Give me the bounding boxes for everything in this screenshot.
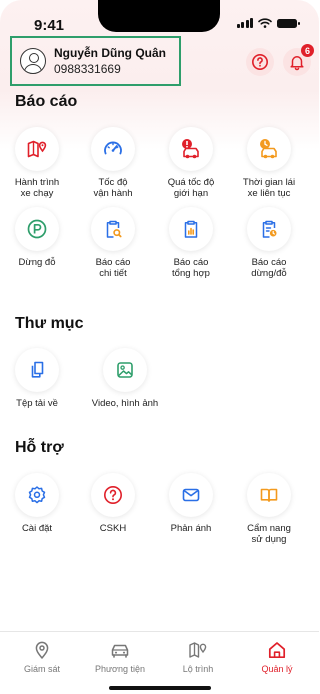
report-tile-summary[interactable]: Báo cáo tổng hợp: [158, 207, 224, 279]
map-route-icon: [15, 127, 59, 171]
help-icon: [91, 473, 135, 517]
tile-label: Báo cáo dừng/đỗ: [251, 257, 287, 279]
tile-label: Phản ánh: [170, 523, 212, 534]
tile-label: CSKH: [99, 523, 127, 534]
user-info: Nguyễn Dũng Quân 0988331669: [54, 46, 166, 76]
tile-label: Cẩm nang sử dụng: [247, 523, 291, 545]
tile-label: Cài đặt: [21, 523, 53, 534]
help-button[interactable]: [246, 48, 274, 76]
wifi-icon: [258, 18, 272, 28]
clipboard-chart-icon: [169, 207, 213, 251]
mail-icon: [169, 473, 213, 517]
parking-icon: [15, 207, 59, 251]
status-bar: 9:41: [0, 0, 319, 40]
status-time: 9:41: [34, 17, 65, 34]
avatar-icon: [20, 48, 46, 74]
tile-label: Dừng đỗ: [18, 257, 56, 268]
nav-item-vehicles[interactable]: Phương tiện: [84, 640, 156, 674]
tile-label: Hành trình xe chạy: [14, 177, 60, 199]
notification-badge: 6: [301, 44, 314, 57]
book-icon: [247, 473, 291, 517]
user-phone: 0988331669: [54, 62, 121, 76]
tile-label: Tốc độ vận hành: [93, 177, 133, 199]
settings-icon: [15, 473, 59, 517]
report-tile-overspeed[interactable]: Quá tốc độ giới hạn: [158, 127, 224, 199]
report-tile-parking[interactable]: Dừng đỗ: [4, 207, 70, 268]
route-map-icon: [162, 640, 234, 660]
home-indicator: [109, 686, 211, 690]
status-icons: [236, 18, 300, 28]
report-tile-speed[interactable]: Tốc độ vận hành: [80, 127, 146, 199]
report-tile-continuous-driving[interactable]: Thời gian lái xe liên tục: [236, 127, 302, 199]
tile-label: Tệp tải về: [16, 398, 58, 409]
bottom-navigation: Giám sát Phương tiện Lộ trình Quản lý: [0, 631, 319, 694]
notification-button[interactable]: 6: [283, 44, 314, 76]
tile-label: Báo cáo chi tiết: [95, 257, 131, 279]
home-icon: [241, 640, 313, 660]
files-icon: [15, 348, 59, 392]
user-name: Nguyễn Dũng Quân: [54, 46, 166, 60]
user-profile-card[interactable]: Nguyễn Dũng Quân 0988331669: [10, 36, 181, 86]
car-alert-icon: [169, 127, 213, 171]
nav-label: Giám sát: [23, 664, 60, 674]
tile-label: Thời gian lái xe liên tục: [242, 177, 296, 199]
location-pin-icon: [6, 640, 78, 660]
support-tile-customer-care[interactable]: CSKH: [80, 473, 146, 534]
image-icon: [103, 348, 147, 392]
battery-icon: [277, 18, 300, 28]
support-tile-settings[interactable]: Cài đặt: [4, 473, 70, 534]
nav-item-routes[interactable]: Lộ trình: [162, 640, 234, 674]
nav-item-monitoring[interactable]: Giám sát: [6, 640, 78, 674]
support-section-title: Hỗ trợ: [15, 439, 64, 456]
device-notch: [98, 0, 220, 32]
reports-section-title: Báo cáo: [15, 93, 78, 110]
tile-label: Video, hình ảnh: [91, 398, 159, 409]
support-tile-feedback[interactable]: Phản ánh: [158, 473, 224, 534]
report-tile-trip[interactable]: Hành trình xe chạy: [4, 127, 70, 199]
report-tile-stop-park[interactable]: Báo cáo dừng/đỗ: [236, 207, 302, 279]
tile-label: Báo cáo tổng hợp: [172, 257, 210, 279]
nav-item-management[interactable]: Quản lý: [241, 640, 313, 674]
nav-label: Phương tiện: [95, 664, 145, 674]
folders-section-title: Thư mục: [15, 315, 84, 332]
car-icon: [84, 640, 156, 660]
nav-label: Lộ trình: [182, 664, 214, 674]
nav-label: Quản lý: [261, 664, 293, 674]
car-clock-icon: [247, 127, 291, 171]
clipboard-search-icon: [91, 207, 135, 251]
speedometer-icon: [91, 127, 135, 171]
tile-label: Quá tốc độ giới hạn: [167, 177, 215, 199]
app-screen: 9:41 Nguyễn Dũng Quân 0988331669 6 Báo c…: [0, 0, 319, 694]
question-circle-icon: [252, 54, 268, 70]
report-tile-detail[interactable]: Báo cáo chi tiết: [80, 207, 146, 279]
clipboard-clock-icon: [247, 207, 291, 251]
signal-icon: [236, 18, 253, 28]
folder-tile-media[interactable]: Video, hình ảnh: [80, 348, 170, 409]
folder-tile-downloads[interactable]: Tệp tải về: [4, 348, 70, 409]
support-tile-handbook[interactable]: Cẩm nang sử dụng: [236, 473, 302, 545]
